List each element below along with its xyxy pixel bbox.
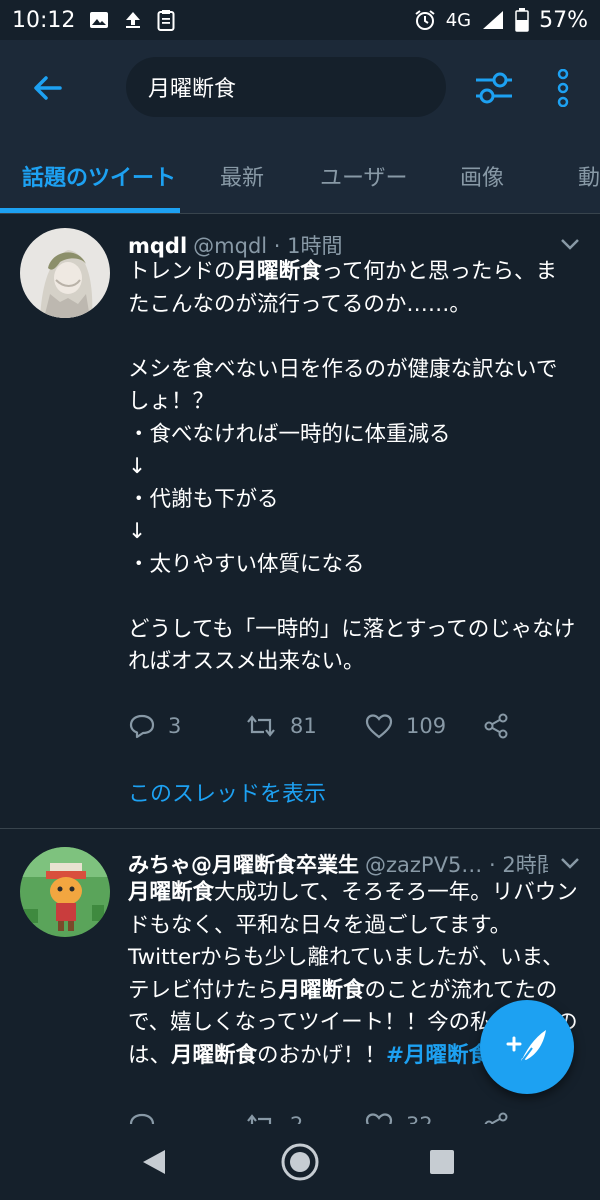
clipboard-icon [157,9,175,31]
tweet-actions: 3 81 109 [128,706,528,746]
show-thread-link[interactable]: このスレッドを表示 [128,776,326,808]
like-button[interactable]: 109 [364,706,446,746]
tweet-paragraph: メシを食べない日を作るのが健康な訳ないでしょ！？ [128,356,558,415]
tweet-line: ・太りやすい体質になる [128,551,365,577]
tab-videos[interactable]: 動 [578,140,600,212]
triangle-back-icon [143,1150,165,1174]
keyword-highlight: 月曜断食 [171,1042,258,1068]
sliders-icon [476,72,512,104]
share-icon [484,1112,508,1124]
chevron-down-icon[interactable] [558,232,582,256]
search-query: 月曜断食 [148,77,237,102]
status-bar: 10:12 4G 57% [0,0,600,40]
compose-tweet-button[interactable] [480,1000,574,1094]
nav-recents-button[interactable] [422,1142,462,1182]
share-button[interactable] [482,706,510,746]
more-vertical-icon [557,69,569,107]
signal-icon [481,9,505,31]
reply-button[interactable] [128,1105,168,1124]
back-button[interactable] [28,68,68,108]
tweet-paragraph: トレンドの月曜断食って何かと思ったら、またこんなのが流行ってるのか……。 [128,256,578,321]
tweet-line: ↓ [128,454,147,479]
like-button[interactable]: 32 [364,1105,433,1124]
reply-button[interactable]: 3 [128,706,181,746]
system-nav-bar [0,1124,600,1200]
tab-top-tweets[interactable]: 話題のツイート [22,140,176,212]
heart-icon [365,1113,393,1124]
more-options-button[interactable] [548,68,578,108]
compose-feather-icon [506,1030,546,1065]
keyword-highlight: 月曜断食 [128,880,215,905]
search-filter-button[interactable] [472,68,516,108]
tweet[interactable]: mqdl @mqdl · 1時間 トレンドの月曜断食って何かと思ったら、またこん… [0,214,600,828]
active-tab-indicator [0,208,180,213]
retweet-count: 81 [290,714,317,738]
status-time: 10:12 [12,7,76,33]
author-handle-time: @zazPV5… · 2時間 [365,853,548,877]
image-icon [89,10,109,30]
alarm-icon [414,9,436,31]
retweet-count: 2 [290,1113,303,1124]
tab-images[interactable]: 画像 [460,140,504,212]
tab-latest[interactable]: 最新 [220,140,264,212]
reply-count: 3 [168,714,182,738]
tweet-paragraph: どうしても「一時的」に落とすってのじゃなければオススメ出来ない。 [128,616,576,675]
retweet-button[interactable]: 81 [244,706,317,746]
retweet-button[interactable]: 2 [244,1105,303,1124]
network-type: 4G [445,9,472,31]
tab-users[interactable]: ユーザー [320,140,408,212]
nav-home-button[interactable] [280,1142,320,1182]
text-run: のおかげ！！ [257,1042,387,1068]
search-tabs: 話題のツイート 最新 ユーザー 画像 動 [0,140,600,214]
reply-icon [129,714,155,739]
tweet-line: ↓ [128,519,147,544]
avatar[interactable] [20,228,110,318]
search-input[interactable]: 月曜断食 [126,57,446,117]
battery-icon [515,8,529,32]
square-recents-icon [430,1150,454,1174]
tweet-line: ・代謝も下がる [128,486,279,512]
search-header: 月曜断食 [0,40,600,140]
text-run: トレンドの [128,259,236,284]
avatar[interactable] [20,847,110,937]
keyword-highlight: 月曜断食 [278,977,365,1003]
tweet-actions: 2 32 [128,1105,528,1124]
chevron-down-icon[interactable] [558,851,582,875]
home-circle-icon [281,1143,319,1181]
retweet-icon [247,1114,272,1124]
tweet-text: トレンドの月曜断食って何かと思ったら、またこんなのが流行ってるのか……。 メシを… [128,256,578,679]
reply-icon [129,1113,155,1124]
author-name[interactable]: mqdl [128,234,187,258]
battery-level: 57% [539,7,588,33]
author-name[interactable]: みちゃ@月曜断食卒業生 [128,849,359,879]
nav-back-button[interactable] [134,1142,174,1182]
share-icon [484,713,508,739]
arrow-left-icon [34,76,62,100]
heart-icon [365,714,393,739]
share-button[interactable] [482,1105,510,1124]
upload-icon [123,10,143,30]
keyword-highlight: 月曜断食 [235,259,322,284]
like-count: 32 [406,1113,433,1124]
like-count: 109 [406,714,447,738]
tweet-header: みちゃ@月曜断食卒業生 @zazPV5… · 2時間 [128,849,548,879]
tweet-line: ・食べなければ一時的に体重減る [128,421,451,447]
hashtag-link[interactable]: #月曜断食 [386,1043,490,1068]
retweet-icon [247,715,275,737]
